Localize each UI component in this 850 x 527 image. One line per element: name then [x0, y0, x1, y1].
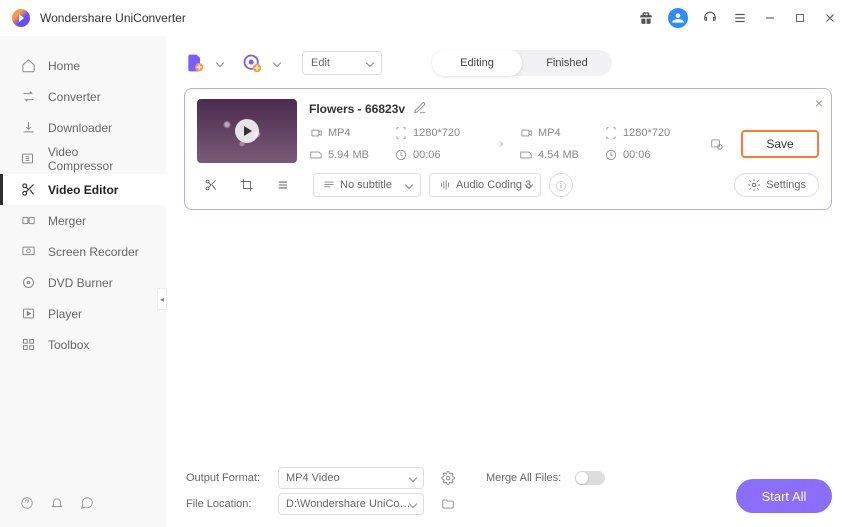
- edit-select[interactable]: Edit: [302, 51, 382, 75]
- dst-size: 4.54 MB: [538, 149, 579, 161]
- grid-icon: [20, 337, 36, 353]
- effects-icon[interactable]: [269, 174, 297, 196]
- bell-icon[interactable]: [50, 496, 64, 515]
- sidebar-item-video-editor[interactable]: Video Editor: [0, 174, 166, 205]
- save-button[interactable]: Save: [741, 130, 819, 158]
- sidebar-item-label: DVD Burner: [48, 276, 113, 290]
- sidebar-item-dvd-burner[interactable]: DVD Burner: [0, 267, 166, 298]
- subtitle-select[interactable]: No subtitle: [313, 173, 421, 197]
- sidebar-item-screen-recorder[interactable]: Screen Recorder: [0, 236, 166, 267]
- open-folder-icon[interactable]: [438, 494, 458, 514]
- title-bar: Wondershare UniConverter: [0, 0, 850, 36]
- record-icon: [20, 244, 36, 260]
- close-window-icon[interactable]: [822, 10, 838, 26]
- compress-icon: [20, 151, 36, 167]
- sidebar-item-player[interactable]: Player: [0, 298, 166, 329]
- disc-icon: [20, 275, 36, 291]
- close-icon[interactable]: ×: [815, 95, 823, 111]
- sidebar-item-label: Home: [48, 59, 80, 73]
- sidebar-item-downloader[interactable]: Downloader: [0, 112, 166, 143]
- sidebar-item-toolbox[interactable]: Toolbox: [0, 329, 166, 360]
- add-target-icon[interactable]: [241, 52, 263, 74]
- converter-icon: [20, 89, 36, 105]
- start-all-button[interactable]: Start All: [736, 479, 832, 513]
- scissors-icon: [20, 182, 36, 198]
- sidebar-item-converter[interactable]: Converter: [0, 81, 166, 112]
- tab-editing[interactable]: Editing: [432, 50, 522, 76]
- dst-res: 1280*720: [623, 127, 670, 139]
- merge-icon: [20, 213, 36, 229]
- sidebar-item-merger[interactable]: Merger: [0, 205, 166, 236]
- sidebar-item-compressor[interactable]: Video Compressor: [0, 143, 166, 174]
- file-location-select[interactable]: D:\Wondershare UniConverter 1: [278, 493, 424, 515]
- src-dur: 00:06: [413, 149, 441, 161]
- file-location-label: File Location:: [186, 498, 264, 510]
- footer-bar: Output Format: MP4 Video Merge All Files…: [186, 459, 832, 527]
- video-title: Flowers - 66823v: [309, 102, 405, 116]
- chat-icon[interactable]: [80, 496, 94, 515]
- video-thumbnail[interactable]: [197, 99, 297, 163]
- home-icon: [20, 58, 36, 74]
- settings-button[interactable]: Settings: [734, 173, 819, 197]
- sidebar-item-label: Merger: [48, 214, 86, 228]
- arrow-right-icon: [485, 134, 513, 154]
- sidebar-item-label: Player: [48, 307, 82, 321]
- edit-title-icon[interactable]: [413, 101, 427, 118]
- main-panel: Edit Editing Finished × Flowers - 66823v…: [166, 36, 850, 527]
- maximize-icon[interactable]: [792, 10, 808, 26]
- output-settings-icon[interactable]: [705, 132, 729, 156]
- play-rect-icon: [20, 306, 36, 322]
- play-icon: [235, 119, 259, 143]
- info-icon[interactable]: ⓘ: [549, 173, 573, 197]
- app-title: Wondershare UniConverter: [40, 11, 186, 25]
- sidebar-item-label: Converter: [48, 90, 101, 104]
- gift-icon[interactable]: [638, 10, 654, 26]
- src-size: 5.94 MB: [328, 149, 369, 161]
- merge-files-label: Merge All Files:: [486, 472, 561, 484]
- sidebar: Home Converter Downloader Video Compress…: [0, 36, 166, 527]
- help-icon[interactable]: [20, 496, 34, 515]
- sidebar-item-home[interactable]: Home: [0, 50, 166, 81]
- src-format: MP4: [328, 127, 351, 139]
- dst-format: MP4: [538, 127, 561, 139]
- menu-icon[interactable]: [732, 10, 748, 26]
- chevron-down-icon[interactable]: [216, 59, 224, 67]
- dst-dur: 00:06: [623, 149, 651, 161]
- tab-finished[interactable]: Finished: [522, 50, 612, 76]
- output-format-select[interactable]: MP4 Video: [278, 467, 424, 489]
- minimize-icon[interactable]: [762, 10, 778, 26]
- output-format-label: Output Format:: [186, 472, 264, 484]
- video-item-card: × Flowers - 66823v MP4 5.94 MB 1280*720 …: [184, 88, 832, 210]
- merge-files-toggle[interactable]: [575, 471, 605, 485]
- headset-icon[interactable]: [702, 10, 718, 26]
- user-avatar-icon[interactable]: [668, 8, 688, 28]
- chevron-down-icon[interactable]: [273, 59, 281, 67]
- sidebar-item-label: Downloader: [48, 121, 112, 135]
- sidebar-item-label: Video Editor: [48, 183, 118, 197]
- sidebar-item-label: Screen Recorder: [48, 245, 139, 259]
- sidebar-item-label: Video Compressor: [48, 145, 146, 173]
- app-logo-icon: [12, 9, 30, 27]
- sidebar-item-label: Toolbox: [48, 338, 89, 352]
- download-icon: [20, 120, 36, 136]
- src-res: 1280*720: [413, 127, 460, 139]
- trim-icon[interactable]: [197, 174, 225, 196]
- crop-icon[interactable]: [233, 174, 261, 196]
- audio-select[interactable]: Audio Coding 3: [429, 173, 541, 197]
- format-settings-icon[interactable]: [438, 468, 458, 488]
- add-file-icon[interactable]: [184, 52, 206, 74]
